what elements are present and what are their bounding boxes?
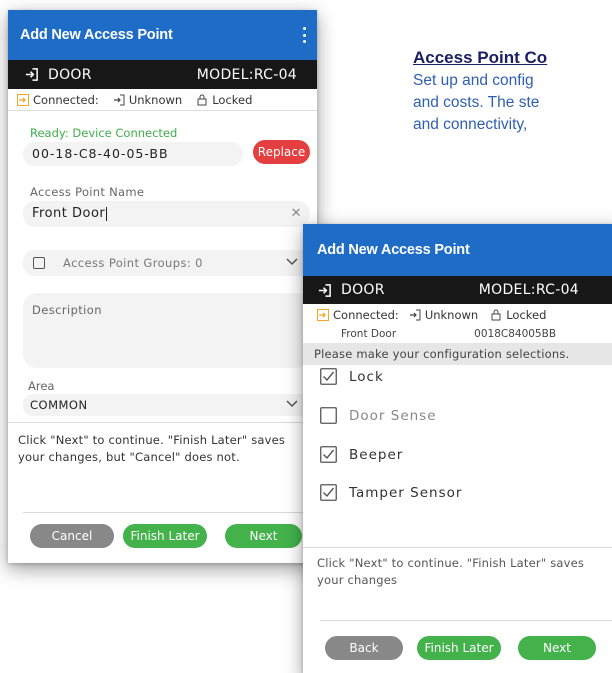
description-textarea[interactable]: Description (23, 293, 310, 368)
model-label: MODEL:RC-04 (478, 282, 579, 298)
back-button[interactable]: Back (325, 636, 403, 660)
help-line: Click "Next" to continue. "Finish Later"… (317, 556, 585, 570)
groups-checkbox[interactable] (33, 257, 45, 269)
dialog-titlebar: Add New Access Point (303, 224, 612, 276)
clear-icon[interactable]: ✕ (291, 201, 302, 227)
status-unknown: Unknown (113, 93, 182, 107)
help-line: Click "Next" to continue. "Finish Later"… (18, 433, 286, 447)
door-enter-icon (25, 68, 38, 81)
help-text: Click "Next" to continue. "Finish Later"… (18, 432, 285, 466)
dialog-titlebar: Add New Access Point (8, 10, 317, 60)
checkbox-empty-icon[interactable] (320, 407, 337, 424)
area-label: Area (28, 379, 55, 393)
mac-address-field: 00-18-C8-40-05-BB (23, 142, 243, 166)
status-unknown-label: Unknown (424, 307, 479, 322)
unknown-door-icon (113, 94, 125, 105)
option-label: Tamper Sensor (349, 484, 463, 501)
option-label: Door Sense (349, 407, 437, 424)
dialog-title: Add New Access Point (317, 242, 470, 258)
divider (320, 620, 612, 621)
more-options-icon[interactable] (303, 27, 307, 43)
status-connected: Connected: (317, 308, 399, 322)
name-field-label: Access Point Name (30, 185, 145, 199)
article-line: and costs. The ste (413, 94, 540, 111)
groups-label: Access Point Groups: 0 (63, 256, 203, 270)
option-lock[interactable]: Lock (320, 368, 384, 385)
area-value: COMMON (30, 398, 88, 412)
device-status-bar: Connected: Unknown Locked (8, 89, 317, 111)
next-button[interactable]: Next (225, 524, 302, 548)
cancel-button[interactable]: Cancel (30, 524, 114, 548)
article-line: and connectivity, (413, 116, 528, 133)
status-connected-label: Connected: (333, 307, 399, 322)
checkbox-checked-icon[interactable] (320, 446, 337, 463)
door-enter-icon (318, 283, 331, 297)
chevron-down-icon (286, 400, 298, 408)
text-caret (106, 206, 108, 221)
status-connected: Connected: (17, 93, 99, 107)
help-line: your changes (317, 573, 398, 587)
connected-icon (317, 308, 329, 321)
description-placeholder: Description (32, 303, 102, 317)
option-beeper[interactable]: Beeper (320, 446, 403, 463)
finish-later-button[interactable]: Finish Later (123, 524, 207, 548)
status-locked-label: Locked (212, 92, 253, 107)
lock-icon (197, 94, 207, 105)
device-name: Front Door (341, 328, 397, 340)
door-label: DOOR (48, 66, 92, 83)
article-body: Set up and config and costs. The ste and… (413, 70, 612, 136)
replace-button[interactable]: Replace (253, 140, 310, 164)
status-locked: Locked (196, 93, 252, 107)
model-label: MODEL:RC-04 (196, 66, 297, 83)
option-tamper-sensor[interactable]: Tamper Sensor (320, 484, 462, 501)
access-point-groups-select[interactable]: Access Point Groups: 0 (23, 250, 310, 276)
status-unknown: Unknown (409, 308, 478, 322)
area-select[interactable]: COMMON (23, 394, 310, 416)
status-locked-label: Locked (506, 307, 547, 322)
divider (23, 512, 310, 513)
ready-status-text: Ready: Device Connected (30, 126, 178, 140)
option-label: Beeper (349, 446, 404, 463)
connected-icon (17, 93, 29, 106)
status-locked: Locked (490, 308, 546, 322)
unknown-door-icon (409, 309, 421, 320)
checkbox-checked-icon[interactable] (320, 368, 337, 385)
access-point-details-dialog: Add New Access Point DOOR MODEL:RC-04 Co… (8, 10, 317, 563)
article-title: Access Point Co (413, 48, 548, 67)
instruction-banner: Please make your configuration selection… (303, 343, 612, 365)
dialog-title: Add New Access Point (20, 27, 173, 43)
configuration-dialog: Add New Access Point DOOR MODEL:RC-04 Co… (303, 224, 612, 673)
next-button[interactable]: Next (518, 636, 596, 660)
status-connected-label: Connected: (33, 92, 99, 107)
finish-later-button[interactable]: Finish Later (417, 636, 501, 660)
option-label: Lock (349, 368, 384, 385)
device-model-bar: DOOR MODEL:RC-04 (303, 276, 612, 304)
option-door-sense[interactable]: Door Sense (320, 407, 437, 424)
chevron-down-icon (286, 258, 298, 266)
access-point-name-input[interactable]: Front Door ✕ (23, 201, 310, 227)
divider (8, 422, 317, 423)
lock-icon (491, 309, 501, 320)
help-text: Click "Next" to continue. "Finish Later"… (317, 555, 584, 589)
device-model-bar: DOOR MODEL:RC-04 (8, 60, 317, 89)
device-info-row: Front Door 0018C84005BB (303, 325, 612, 343)
name-input-value: Front Door (32, 206, 106, 221)
device-mac: 0018C84005BB (474, 328, 557, 340)
help-line: your changes, but "Cancel" does not. (18, 450, 240, 464)
divider (303, 547, 612, 548)
checkbox-checked-icon[interactable] (320, 484, 337, 501)
door-label: DOOR (341, 282, 385, 298)
article-line: Set up and config (413, 72, 534, 89)
status-unknown-label: Unknown (128, 92, 183, 107)
device-status-bar: Connected: Unknown Locked (303, 304, 612, 325)
